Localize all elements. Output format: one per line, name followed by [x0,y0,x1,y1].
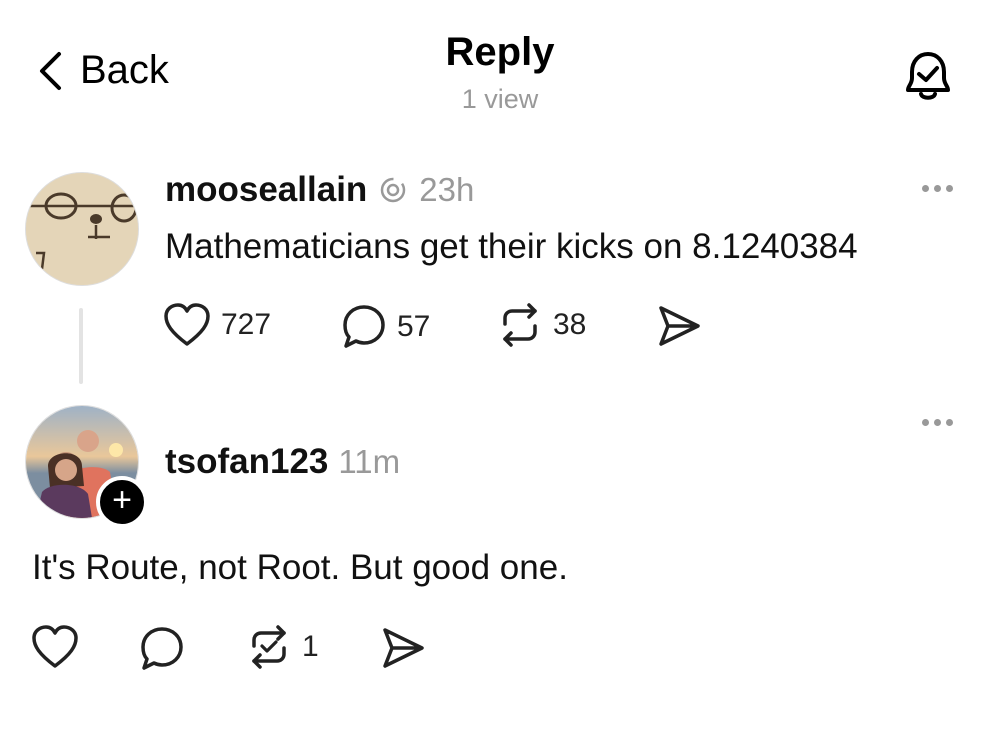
post-time: 11m [338,443,401,480]
comment-bubble-icon [139,626,185,672]
like-button[interactable] [31,624,79,670]
view-count: 1 view [461,84,539,114]
repost-button[interactable]: 1 [246,624,319,670]
follow-button[interactable]: + [96,476,148,528]
share-button[interactable] [380,627,426,669]
comment-button[interactable]: 57 [341,304,430,350]
more-options-button[interactable] [922,419,953,426]
username[interactable]: mooseallain [165,170,367,210]
heart-icon [163,302,211,348]
more-options-button[interactable] [922,185,953,192]
more-icon [922,419,929,426]
post-header: mooseallain 23h [165,170,474,210]
heart-icon [31,624,79,670]
share-button[interactable] [656,305,702,347]
like-button[interactable]: 727 [163,302,271,348]
post-header: tsofan123 11m [165,442,400,482]
thread-line [79,308,83,384]
repost-button[interactable]: 38 [497,302,586,348]
repost-count: 38 [553,308,587,341]
bell-check-icon [900,48,956,104]
thread-loop-icon [379,176,407,204]
comment-button[interactable] [139,626,185,672]
post-time: 23h [419,171,475,208]
send-icon [380,627,426,669]
more-icon [922,185,929,192]
repost-count: 1 [302,630,319,663]
send-icon [656,305,702,347]
post-text: Mathematicians get their kicks on 8.1240… [165,227,858,266]
comment-bubble-icon [341,304,387,350]
repost-icon [497,302,543,348]
avatar[interactable] [25,172,139,286]
username[interactable]: tsofan123 [165,442,328,482]
notification-bell-button[interactable] [900,48,956,104]
comment-count: 57 [397,310,431,343]
repost-check-icon [246,624,292,670]
page-title: Reply [445,30,555,74]
like-count: 727 [221,308,272,341]
post-text: It's Route, not Root. But good one. [32,548,568,587]
